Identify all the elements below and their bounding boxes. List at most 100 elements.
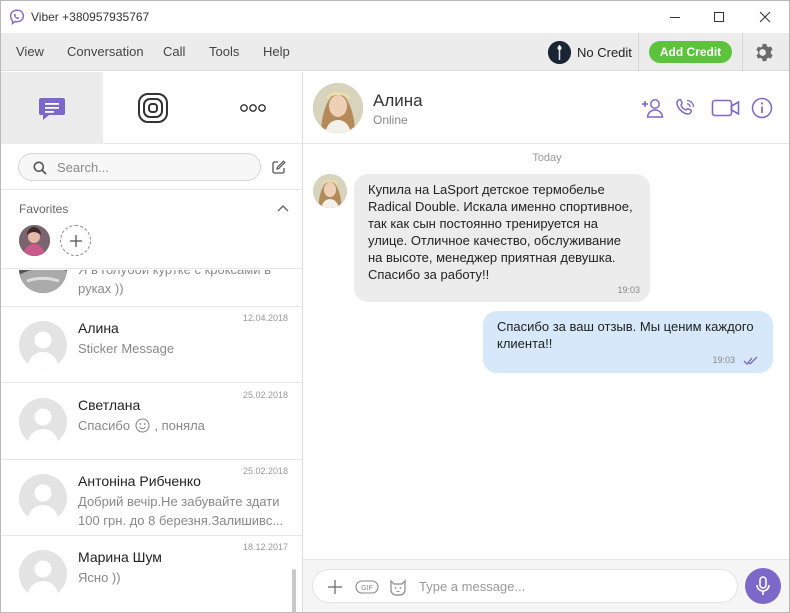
conversation-panel: Алина Online Today Купила на LaSport дет…	[303, 72, 789, 612]
tab-public-accounts[interactable]	[103, 72, 203, 144]
voice-message-button[interactable]	[745, 568, 781, 604]
contact-avatar-placeholder	[19, 550, 67, 598]
menu-bar: View Conversation Call Tools Help No Cre…	[1, 33, 789, 71]
plus-icon	[69, 234, 82, 247]
title-bar: Viber +380957935767	[1, 1, 789, 33]
sender-photo	[313, 174, 347, 208]
account-avatar[interactable]	[548, 41, 571, 64]
gif-icon: GIF	[355, 580, 379, 594]
add-favorite-button[interactable]	[60, 225, 91, 256]
maximize-icon	[714, 12, 724, 22]
incoming-message-bubble[interactable]: Купила на LaSport детское термобелье Rad…	[354, 174, 650, 302]
chat-list: Я в голубой куртке с кроксами в руках ))…	[1, 270, 302, 612]
voice-call-button[interactable]	[672, 94, 700, 122]
chat-contact-name: Светлана	[78, 397, 141, 413]
chat-list-item[interactable]: Антоніна Рибченко 25.02.2018 Добрий вечі…	[1, 460, 302, 536]
add-person-icon	[642, 99, 664, 118]
chevron-up-icon[interactable]	[277, 204, 289, 212]
contact-photo	[313, 83, 363, 133]
chat-list-item[interactable]: Светлана 25.02.2018 Спасибо , поняла	[1, 384, 302, 460]
default-avatar-icon	[27, 560, 59, 598]
gif-button[interactable]: GIF	[354, 576, 380, 598]
chat-list-item[interactable]: Алина 12.04.2018 Sticker Message	[1, 307, 302, 383]
chat-list-scrollbar[interactable]	[292, 569, 296, 612]
account-avatar-image	[548, 41, 571, 64]
menu-view[interactable]: View	[16, 44, 44, 59]
search-box[interactable]	[18, 153, 261, 181]
default-avatar-icon	[27, 408, 59, 446]
message-text: Спасибо за ваш отзыв. Мы ценим каждого к…	[497, 319, 754, 351]
menu-help[interactable]: Help	[263, 44, 290, 59]
attach-button[interactable]	[324, 576, 346, 598]
svg-text:GIF: GIF	[361, 585, 373, 592]
menu-conversation[interactable]: Conversation	[67, 44, 144, 59]
minimize-icon	[670, 17, 680, 18]
contact-avatar-placeholder	[19, 398, 67, 446]
message-text-after-emoji: , поняла	[154, 418, 205, 433]
credit-status[interactable]: No Credit	[577, 45, 632, 60]
chat-last-message: Ясно ))	[78, 570, 121, 585]
outgoing-message-bubble[interactable]: Спасибо за ваш отзыв. Мы ценим каждого к…	[483, 311, 773, 373]
compose-box[interactable]: GIF	[312, 569, 738, 603]
message-area: Today Купила на LaSport детское термобел…	[303, 144, 789, 559]
menu-divider	[638, 33, 639, 71]
chat-last-message: Я в голубой куртке с кроксами в руках ))	[78, 270, 271, 296]
chat-contact-name: Марина Шум	[78, 549, 162, 565]
close-button[interactable]	[743, 1, 787, 33]
microphone-icon	[756, 576, 770, 595]
chat-date: 25.02.2018	[242, 466, 288, 476]
settings-gear-icon[interactable]	[753, 41, 776, 64]
chat-contact-name: Алина	[78, 320, 119, 336]
maximize-button[interactable]	[697, 1, 741, 33]
viber-window: Viber +380957935767 View Conversation Ca…	[0, 0, 790, 613]
search-input[interactable]	[57, 159, 247, 176]
chat-list-item[interactable]: Марина Шум 18.12.2017 Ясно ))	[1, 536, 302, 612]
smiley-emoji-icon	[135, 418, 150, 433]
chat-date: 18.12.2017	[242, 542, 288, 552]
message-time: 19:03	[712, 355, 735, 365]
chat-list-item[interactable]: Я в голубой куртке с кроксами в руках ))	[1, 270, 302, 307]
contact-info-button[interactable]	[748, 94, 776, 122]
menu-call[interactable]: Call	[163, 44, 185, 59]
contact-avatar-placeholder	[19, 321, 67, 369]
contact-photo	[19, 270, 67, 293]
contact-avatar-placeholder	[19, 474, 67, 522]
tab-chats[interactable]	[1, 72, 103, 144]
window-title: Viber +380957935767	[31, 10, 150, 24]
message-input[interactable]	[419, 578, 719, 595]
minimize-button[interactable]	[653, 1, 697, 33]
more-dots-icon	[239, 104, 266, 112]
menu-tools[interactable]: Tools	[209, 44, 239, 59]
default-avatar-icon	[27, 331, 59, 369]
chat-date: 25.02.2018	[242, 390, 288, 400]
favorite-contact-image	[19, 225, 50, 256]
sidebar: Favorites	[1, 72, 303, 612]
video-call-button[interactable]	[710, 94, 742, 122]
double-check-seen-icon	[743, 356, 758, 365]
chat-bubble-icon	[39, 98, 65, 120]
compose-new-icon[interactable]	[272, 160, 286, 174]
video-camera-icon	[711, 99, 740, 117]
add-credit-button[interactable]: Add Credit	[649, 41, 732, 63]
contact-name: Алина	[373, 91, 423, 110]
contact-avatar[interactable]	[313, 83, 363, 133]
close-icon	[759, 11, 771, 23]
favorites-label: Favorites	[19, 202, 69, 216]
default-avatar-icon	[27, 484, 59, 522]
add-participant-button[interactable]	[639, 94, 667, 122]
favorite-contact-avatar[interactable]	[19, 225, 50, 256]
sender-avatar[interactable]	[313, 174, 347, 208]
chat-last-message: Спасибо , поняла	[78, 416, 288, 435]
search-icon	[33, 161, 47, 175]
info-icon	[751, 97, 773, 119]
sticker-button[interactable]	[387, 576, 409, 598]
message-composer: GIF	[303, 559, 789, 612]
message-time: 19:03	[617, 285, 640, 295]
public-accounts-icon	[138, 93, 168, 123]
chat-last-message: Добрий вечір.Не забувайте здати 100 грн.…	[78, 494, 284, 528]
contact-status: Online	[373, 113, 408, 127]
tab-more[interactable]	[203, 72, 302, 144]
viber-logo-icon	[9, 9, 25, 25]
menu-divider	[742, 33, 743, 71]
cat-sticker-icon	[390, 579, 406, 596]
